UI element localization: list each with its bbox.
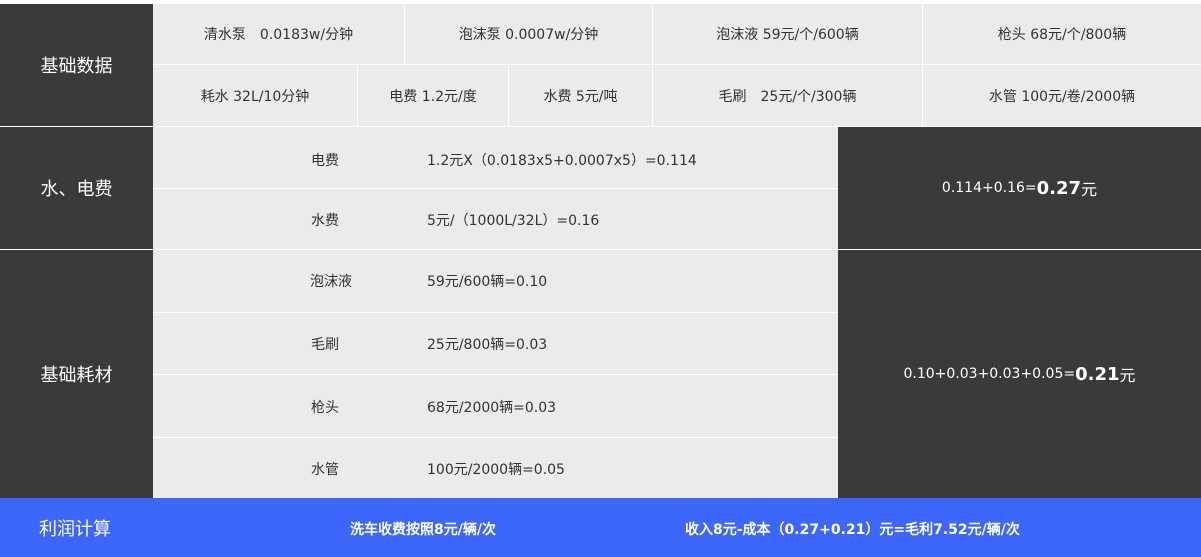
cost-formula: 25元/800辆=0.03 <box>427 337 548 353</box>
water-power-total: 0.114+0.16= 0.27 元 <box>838 127 1201 249</box>
cost-formula: 5元/（1000L/32L）=0.16 <box>427 213 600 229</box>
cost-name: 水费 <box>311 213 339 229</box>
basic-data-cell: 枪头 68元/个/800辆 <box>997 27 1127 43</box>
basic-data-cell: 耗水 32L/10分钟 <box>200 88 310 105</box>
basic-data-cell: 泡沫液 59元/个/600辆 <box>716 27 859 43</box>
basic-data-cell: 泡沫泵 0.0007w/分钟 <box>458 27 599 43</box>
divider <box>153 188 838 189</box>
divider <box>357 65 358 126</box>
basic-data-cell: 水费 5元/吨 <box>543 88 618 105</box>
section-label-consumables: 基础耗材 <box>0 250 153 498</box>
divider <box>153 312 838 313</box>
total-value: 0.21 <box>1075 363 1120 385</box>
divider <box>153 437 838 438</box>
cost-name: 电费 <box>311 153 339 169</box>
consumables-total: 0.10+0.03+0.03+0.05= 0.21 元 <box>838 250 1201 498</box>
divider <box>153 374 838 375</box>
divider <box>652 4 653 126</box>
divider <box>508 65 509 126</box>
cost-formula: 59元/600辆=0.10 <box>427 274 548 290</box>
section-label-basic-data: 基础数据 <box>0 4 153 126</box>
total-formula: 0.114+0.16= <box>941 180 1037 196</box>
cost-formula: 1.2元X（0.0183x5+0.0007x5）=0.114 <box>427 153 697 169</box>
cost-name: 水管 <box>311 462 339 478</box>
total-value: 0.27 <box>1036 177 1082 199</box>
cost-name: 毛刷 <box>311 337 339 353</box>
cost-formula: 68元/2000辆=0.03 <box>427 400 557 416</box>
basic-data-cell: 水管 100元/卷/2000辆 <box>988 88 1136 105</box>
profit-charge: 洗车收费按照8元/辆/次 <box>350 522 496 538</box>
cost-name: 泡沫液 <box>310 274 352 290</box>
total-formula: 0.10+0.03+0.03+0.05= <box>903 366 1076 382</box>
divider <box>404 4 405 64</box>
basic-data-cell: 毛刷 25元/个/300辆 <box>718 88 857 105</box>
divider <box>153 64 1201 65</box>
section-label-water-power: 水、电费 <box>0 127 153 249</box>
total-unit: 元 <box>1119 366 1136 385</box>
total-unit: 元 <box>1081 180 1098 199</box>
profit-result: 收入8元-成本（0.27+0.21）元=毛利7.52元/辆/次 <box>685 522 1020 538</box>
profit-bar <box>0 498 1201 557</box>
divider <box>922 4 923 126</box>
cost-formula: 100元/2000辆=0.05 <box>427 462 565 478</box>
cost-name: 枪头 <box>311 400 339 416</box>
section-label-profit: 利润计算 <box>39 518 111 540</box>
basic-data-cell: 电费 1.2元/度 <box>389 88 477 105</box>
basic-data-cell: 清水泵 0.0183w/分钟 <box>203 27 354 43</box>
